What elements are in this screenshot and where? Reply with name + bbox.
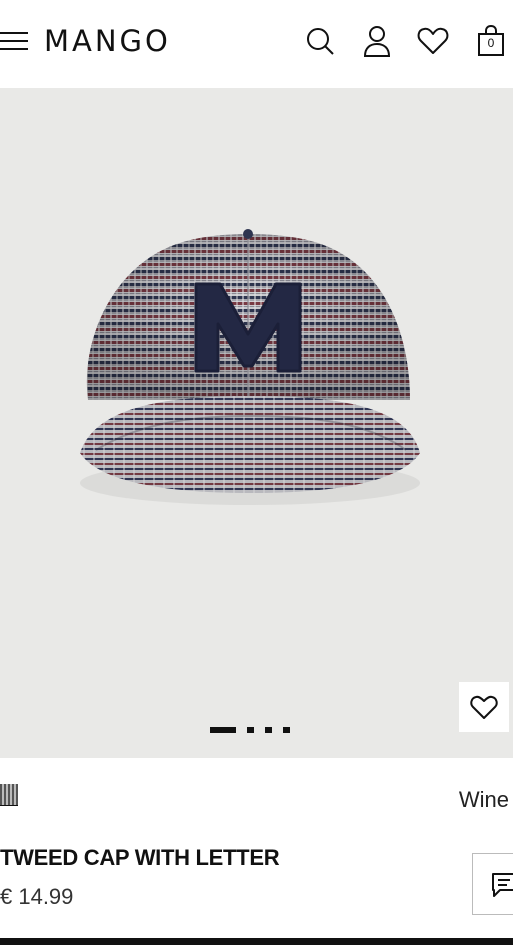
chat-icon xyxy=(492,873,513,897)
add-to-bag-bar[interactable] xyxy=(0,938,513,945)
account-icon[interactable] xyxy=(361,24,393,58)
site-header: MANGO 0 xyxy=(0,0,513,88)
chat-button[interactable] xyxy=(472,853,513,915)
gallery-dot-active[interactable] xyxy=(210,727,236,733)
gallery-pagination xyxy=(210,727,290,733)
heart-icon[interactable] xyxy=(417,24,449,58)
add-to-favourites-button[interactable] xyxy=(459,682,509,732)
product-image xyxy=(80,229,420,505)
gallery-dot[interactable] xyxy=(283,727,290,733)
menu-icon[interactable] xyxy=(0,30,30,52)
gallery-dot[interactable] xyxy=(247,727,254,733)
color-swatch-selected[interactable] xyxy=(0,784,18,806)
product-price: € 14.99 xyxy=(0,884,74,909)
product-title: TWEED CAP WITH LETTER xyxy=(0,845,280,870)
heart-icon xyxy=(470,695,498,719)
brand-logo[interactable]: MANGO xyxy=(44,22,171,60)
color-name: Wine xyxy=(458,787,509,812)
search-icon[interactable] xyxy=(304,24,336,58)
product-image-gallery[interactable] xyxy=(0,88,513,758)
gallery-dot[interactable] xyxy=(265,727,272,733)
color-selector: Wine xyxy=(0,758,513,838)
bag-count-badge: 0 xyxy=(487,36,495,50)
